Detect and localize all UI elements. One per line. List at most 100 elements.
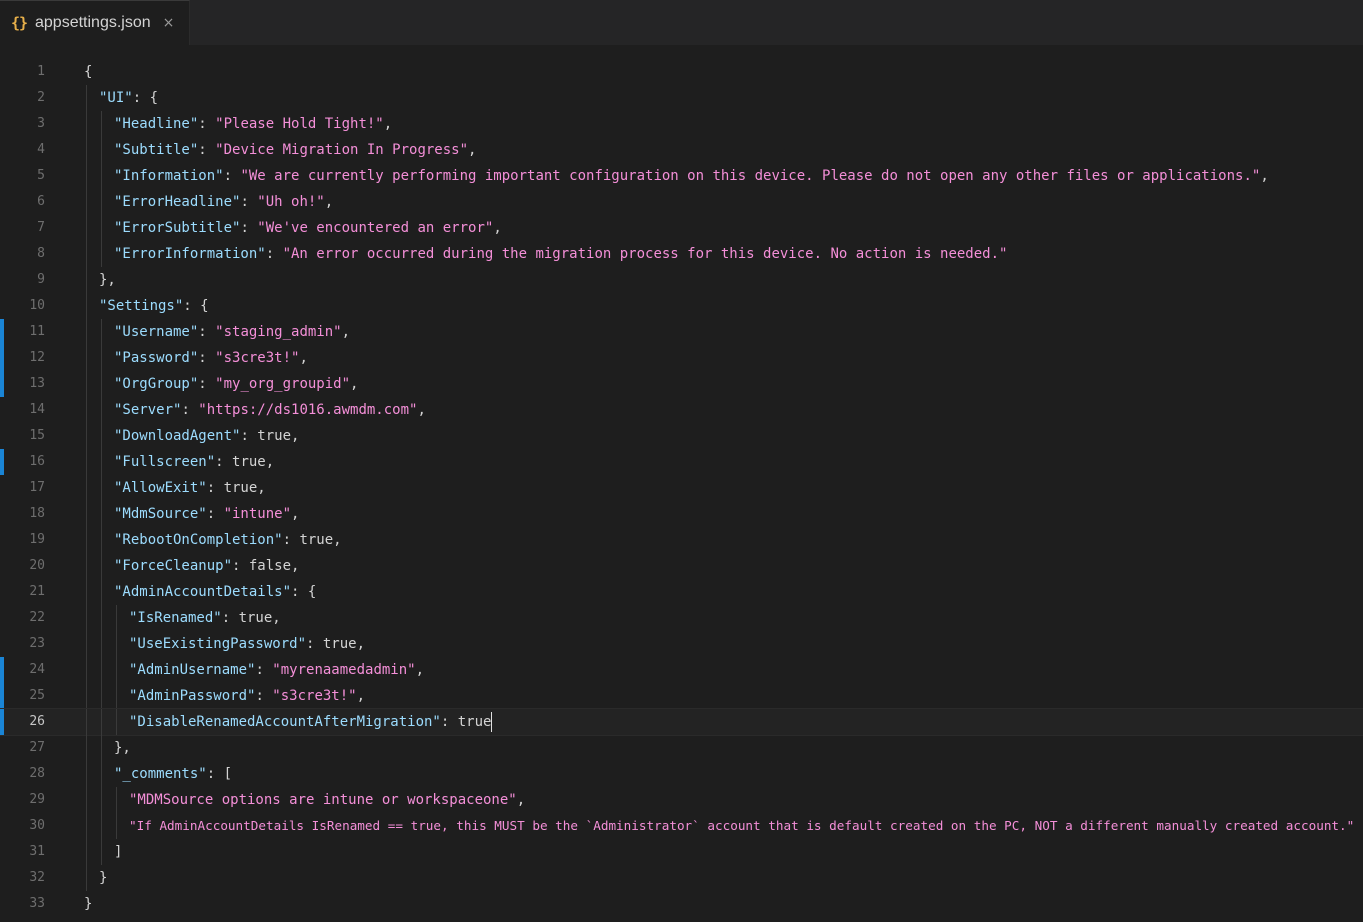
code-text: "AdminPassword": "s3cre3t!", [129, 683, 365, 709]
code-line[interactable]: 5 "Information": "We are currently perfor… [0, 163, 1363, 189]
indent-guide [101, 683, 102, 709]
json-punctuation: : [240, 220, 258, 236]
code-line[interactable]: 1{ [0, 59, 1363, 85]
code-line[interactable]: 17 "AllowExit": true, [0, 475, 1363, 501]
line-number: 16 [29, 454, 45, 469]
json-punctuation: : [282, 532, 300, 548]
code-line[interactable]: 26 "DisableRenamedAccountAfterMigration":… [0, 708, 1363, 736]
code-text: "Server": "https://ds1016.awmdm.com", [114, 397, 426, 423]
code-line[interactable]: 20 "ForceCleanup": false, [0, 553, 1363, 579]
json-punctuation: , [291, 506, 300, 522]
code-line[interactable]: 29 "MDMSource options are intune or works… [0, 787, 1363, 813]
json-file-icon: {} [11, 14, 28, 32]
json-punctuation: : [198, 142, 216, 158]
code-line[interactable]: 31] [0, 839, 1363, 865]
indent-guide [86, 605, 87, 631]
json-string: "We've encountered an error" [257, 220, 494, 236]
indent-guide [101, 371, 102, 397]
indent-guide [86, 865, 87, 891]
code-line[interactable]: 32} [0, 865, 1363, 891]
json-punctuation: , [383, 116, 393, 132]
json-punctuation: : [206, 506, 224, 522]
line-number: 29 [29, 792, 45, 807]
json-key: "Information" [114, 168, 224, 184]
code-line[interactable]: 16 "Fullscreen": true, [0, 449, 1363, 475]
line-number: 23 [29, 636, 45, 651]
json-punctuation: , [257, 480, 266, 496]
code-line[interactable]: 12 "Password": "s3cre3t!", [0, 345, 1363, 371]
line-number: 26 [29, 714, 45, 729]
code-line[interactable]: 23 "UseExistingPassword": true, [0, 631, 1363, 657]
code-line[interactable]: 24 "AdminUsername": "myrenaamedadmin", [0, 657, 1363, 683]
code-line[interactable]: 3 "Headline": "Please Hold Tight!", [0, 111, 1363, 137]
indent-guide [101, 215, 102, 241]
json-punctuation: : [215, 454, 233, 470]
code-line[interactable]: 21 "AdminAccountDetails": { [0, 579, 1363, 605]
json-key: "Settings" [99, 298, 184, 314]
json-key: "RebootOnCompletion" [114, 532, 283, 548]
json-key: "Username" [114, 324, 199, 340]
json-punctuation: , [324, 194, 334, 210]
json-string: "Device Migration In Progress" [215, 142, 469, 158]
code-line[interactable]: 27}, [0, 735, 1363, 761]
code-text: "AllowExit": true, [114, 475, 266, 501]
indent-guide [86, 371, 87, 397]
line-number: 27 [29, 740, 45, 755]
json-key: "AllowExit" [114, 480, 207, 496]
code-line[interactable]: 33} [0, 891, 1363, 917]
json-literal: true [299, 532, 334, 548]
line-number: 6 [37, 194, 45, 209]
code-line[interactable]: 10 "Settings": { [0, 293, 1363, 319]
json-punctuation: }, [99, 272, 116, 288]
code-line[interactable]: 7 "ErrorSubtitle": "We've encountered an … [0, 215, 1363, 241]
code-line[interactable]: 2 "UI": { [0, 85, 1363, 111]
code-line[interactable]: 6 "ErrorHeadline": "Uh oh!", [0, 189, 1363, 215]
line-number: 14 [29, 402, 45, 417]
code-line[interactable]: 9}, [0, 267, 1363, 293]
code-text: "AdminUsername": "myrenaamedadmin", [129, 657, 424, 683]
code-line[interactable]: 11 "Username": "staging_admin", [0, 319, 1363, 345]
code-text: "If AdminAccountDetails IsRenamed == tru… [129, 813, 1354, 839]
code-line[interactable]: 25 "AdminPassword": "s3cre3t!", [0, 683, 1363, 709]
json-punctuation: : [240, 194, 258, 210]
code-line[interactable]: 18 "MdmSource": "intune", [0, 501, 1363, 527]
json-punctuation: : [198, 376, 216, 392]
json-punctuation: : [255, 662, 273, 678]
indent-guide [101, 423, 102, 449]
indent-guide [86, 267, 87, 293]
json-string: "staging_admin" [215, 324, 342, 340]
line-number: 10 [29, 298, 45, 313]
indent-guide [86, 423, 87, 449]
code-line[interactable]: 8 "ErrorInformation": "An error occurred … [0, 241, 1363, 267]
code-line[interactable]: 14 "Server": "https://ds1016.awmdm.com", [0, 397, 1363, 423]
code-line[interactable]: 15 "DownloadAgent": true, [0, 423, 1363, 449]
json-string: "Uh oh!" [257, 194, 325, 210]
json-punctuation: } [84, 896, 93, 912]
json-key: "ErrorHeadline" [114, 194, 241, 210]
indent-guide [86, 111, 87, 137]
line-number: 22 [29, 610, 45, 625]
indent-guide [86, 787, 87, 813]
json-key: "Subtitle" [114, 142, 199, 158]
code-text: "ErrorInformation": "An error occurred d… [114, 241, 1007, 267]
json-string: "s3cre3t!" [272, 688, 357, 704]
code-line[interactable]: 13 "OrgGroup": "my_org_groupid", [0, 371, 1363, 397]
code-line[interactable]: 22 "IsRenamed": true, [0, 605, 1363, 631]
code-line[interactable]: 4 "Subtitle": "Device Migration In Progre… [0, 137, 1363, 163]
json-punctuation: : [240, 428, 258, 444]
code-editor[interactable]: 1{2 "UI": {3 "Headline": "Please Hold Tigh… [0, 46, 1363, 917]
indent-guide [86, 553, 87, 579]
line-number: 19 [29, 532, 45, 547]
code-line[interactable]: 28 "_comments": [ [0, 761, 1363, 787]
json-literal: true [322, 636, 357, 652]
indent-guide [86, 397, 87, 423]
indent-guide [116, 709, 117, 735]
tab-appsettings-json[interactable]: {} appsettings.json × [0, 0, 190, 45]
code-line[interactable]: 19 "RebootOnCompletion": true, [0, 527, 1363, 553]
close-icon[interactable]: × [163, 15, 175, 31]
line-number: 21 [29, 584, 45, 599]
code-line[interactable]: 30 "If AdminAccountDetails IsRenamed == t… [0, 813, 1363, 839]
indent-guide [101, 839, 102, 865]
indent-guide [116, 787, 117, 813]
json-key: "OrgGroup" [114, 376, 199, 392]
